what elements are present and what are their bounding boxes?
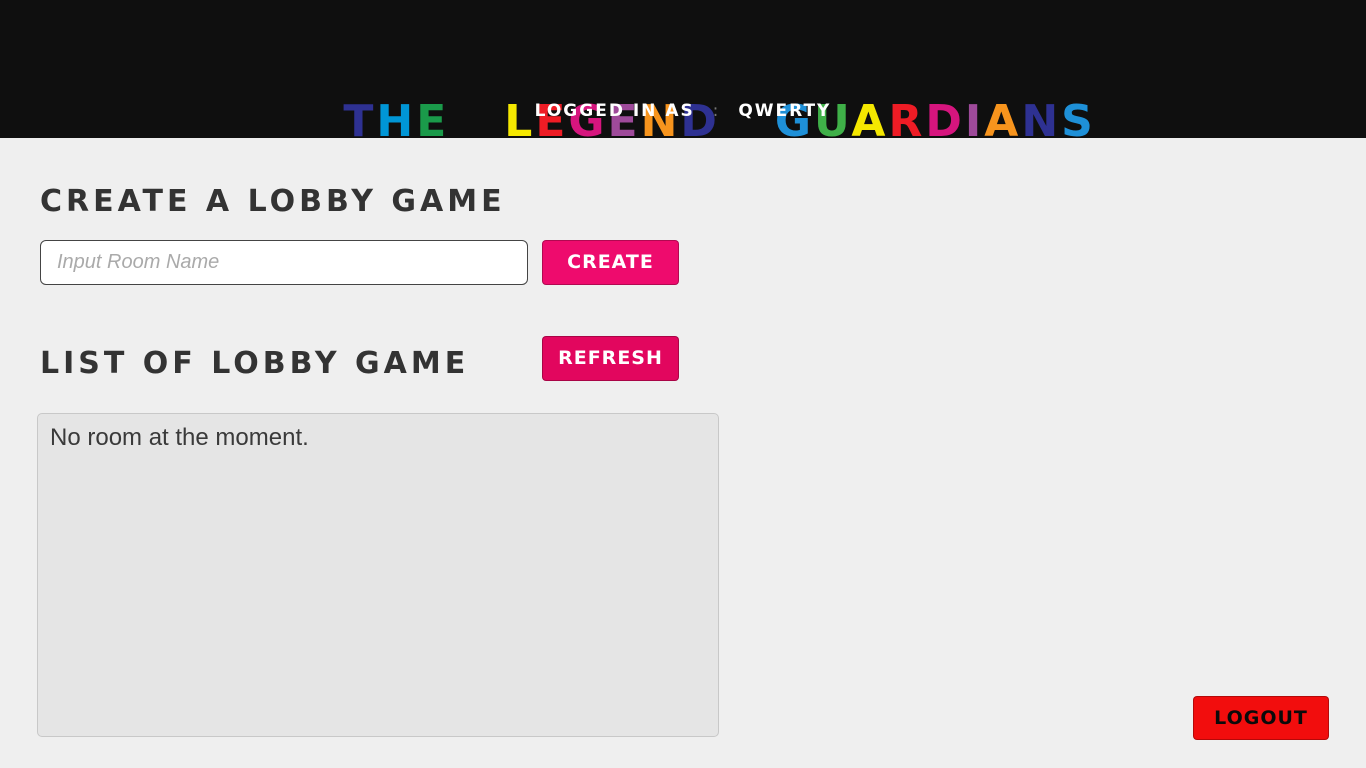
refresh-button[interactable]: REFRESH (542, 336, 679, 381)
lobby-room-list[interactable]: No room at the moment. (37, 413, 719, 737)
logged-in-username: QWERTY (738, 101, 832, 121)
header-bar: THE LEGEND GUARDIANS LOGGED IN AS : QWER… (0, 0, 1366, 147)
lobby-list-title: LIST OF LOBBY GAME (40, 346, 470, 381)
game-title: THE LEGEND GUARDIANS (0, 38, 1366, 206)
empty-room-message: No room at the moment. (50, 424, 309, 451)
logged-in-separator: : (712, 101, 721, 121)
logout-button[interactable]: LOGOUT (1193, 696, 1329, 740)
logged-in-status: LOGGED IN AS : QWERTY (0, 100, 1366, 122)
room-name-input[interactable] (40, 240, 528, 285)
create-lobby-title: CREATE A LOBBY GAME (40, 184, 506, 219)
logged-in-label: LOGGED IN AS (534, 101, 695, 121)
create-button[interactable]: CREATE (542, 240, 679, 285)
